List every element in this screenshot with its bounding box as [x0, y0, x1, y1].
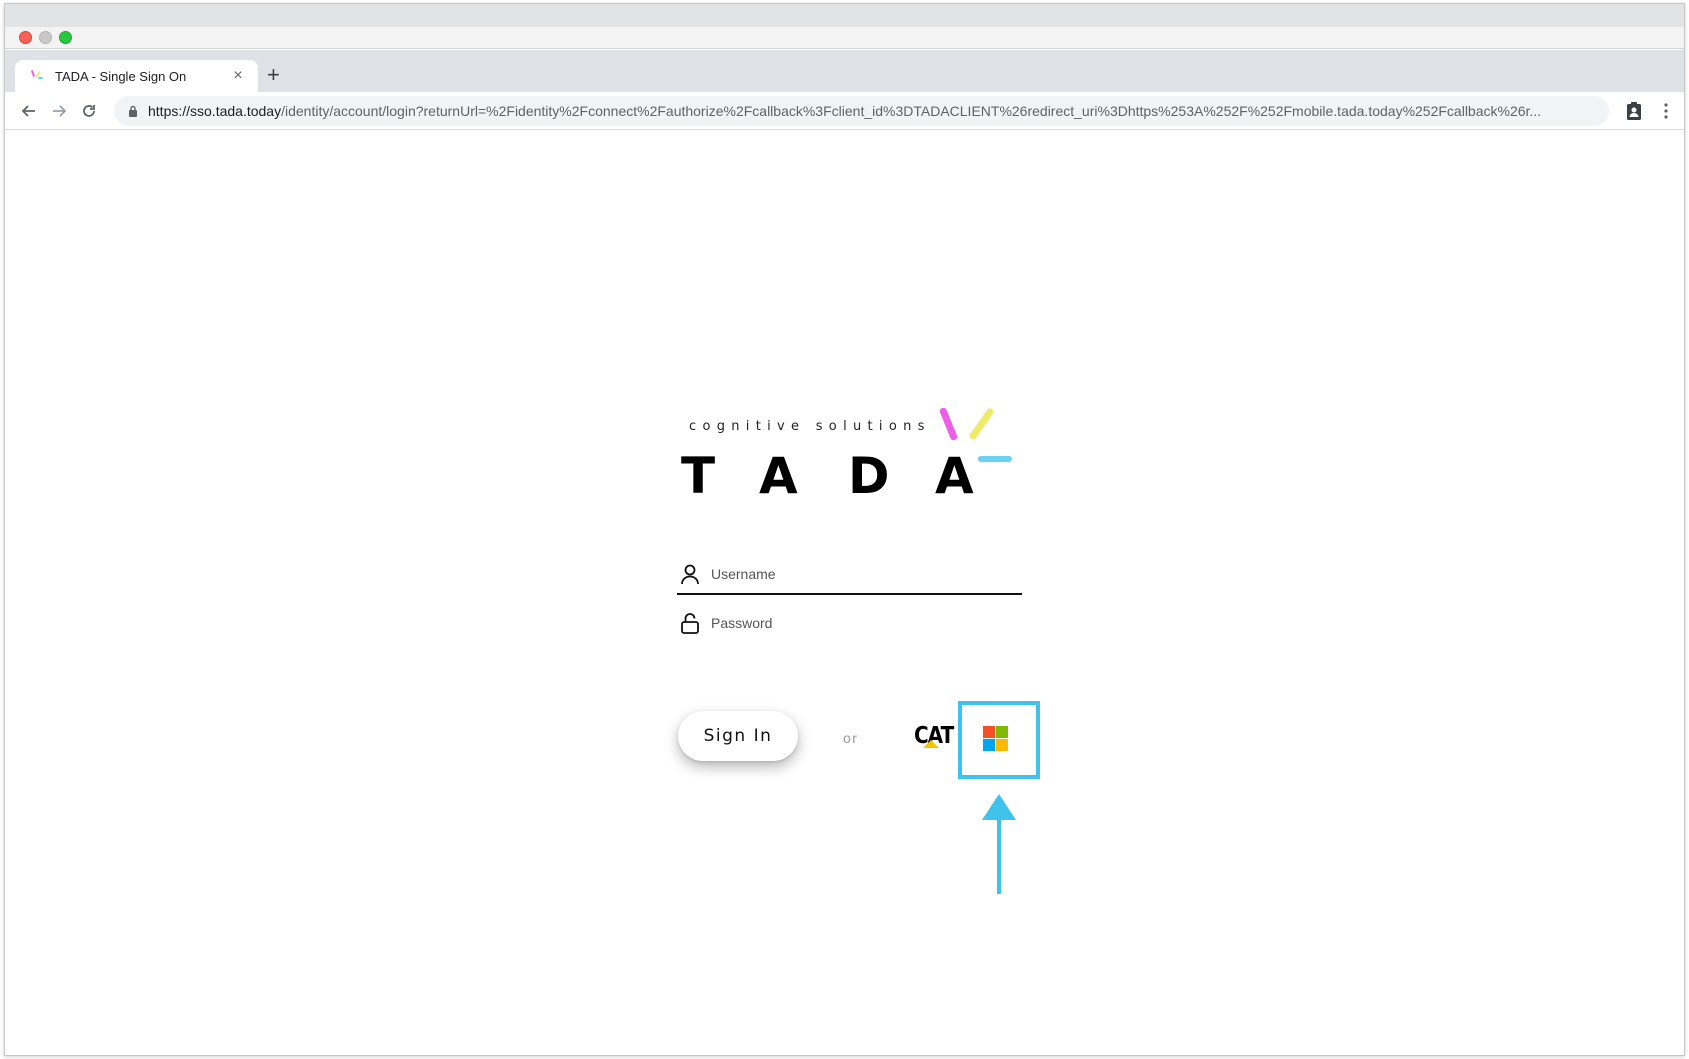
address-bar[interactable]: https://sso.tada.today/identity/account/… — [114, 96, 1609, 126]
logo-spark-blue — [978, 456, 1012, 462]
lock-icon — [129, 105, 137, 117]
url-text: https://sso.tada.today/identity/account/… — [148, 103, 1598, 119]
close-window-button[interactable] — [19, 31, 32, 44]
forward-arrow-icon — [53, 105, 67, 117]
cat-login-button[interactable]: CAT — [910, 721, 954, 751]
profile-button[interactable] — [1620, 97, 1648, 125]
new-tab-button[interactable]: + — [267, 64, 280, 86]
url-host: https://sso.tada.today — [148, 103, 282, 119]
reload-icon — [83, 105, 95, 117]
annotation-up-arrow-icon — [982, 794, 1016, 894]
sign-in-button[interactable]: Sign In — [678, 711, 798, 761]
title-bar — [5, 4, 1684, 49]
minimize-window-button[interactable] — [39, 31, 52, 44]
password-field[interactable] — [677, 603, 1022, 643]
tab-strip: TADA - Single Sign On × + — [5, 50, 1684, 92]
annotation-highlight-box — [958, 701, 1040, 779]
clipboard-person-icon — [1627, 102, 1641, 120]
username-field[interactable] — [677, 555, 1022, 595]
logo-letter: T — [681, 447, 716, 505]
tada-logo: cognitive solutions T A D A — [681, 406, 1021, 517]
browser-window: TADA - Single Sign On × + https://sso.ta… — [4, 3, 1685, 1056]
logo-letter: A — [935, 447, 974, 505]
cat-triangle-icon — [923, 740, 939, 748]
maximize-window-button[interactable] — [59, 31, 72, 44]
username-input[interactable] — [711, 566, 1001, 582]
page-content: cognitive solutions T A D A Sign In or C… — [5, 131, 1684, 1055]
lock-icon — [681, 613, 699, 634]
back-button[interactable] — [15, 97, 43, 125]
tab-tada-sso[interactable]: TADA - Single Sign On × — [15, 60, 258, 92]
more-vertical-icon — [1664, 103, 1668, 119]
logo-spark-pink — [938, 406, 959, 442]
menu-button[interactable] — [1652, 97, 1680, 125]
browser-toolbar: https://sso.tada.today/identity/account/… — [5, 92, 1684, 130]
or-separator: or — [843, 730, 859, 746]
user-icon — [681, 564, 699, 585]
logo-letter: A — [759, 447, 798, 505]
close-tab-icon[interactable]: × — [226, 67, 250, 85]
password-input[interactable] — [711, 615, 1001, 631]
back-arrow-icon — [21, 105, 35, 117]
url-path: /identity/account/login?returnUrl=%2Fide… — [281, 103, 1542, 119]
logo-tagline: cognitive solutions — [689, 419, 931, 434]
tada-favicon-icon — [29, 69, 43, 83]
forward-button[interactable] — [45, 97, 73, 125]
tab-title: TADA - Single Sign On — [55, 68, 187, 84]
logo-letter: D — [848, 447, 890, 505]
logo-spark-yellow — [968, 407, 995, 441]
reload-button[interactable] — [75, 97, 103, 125]
